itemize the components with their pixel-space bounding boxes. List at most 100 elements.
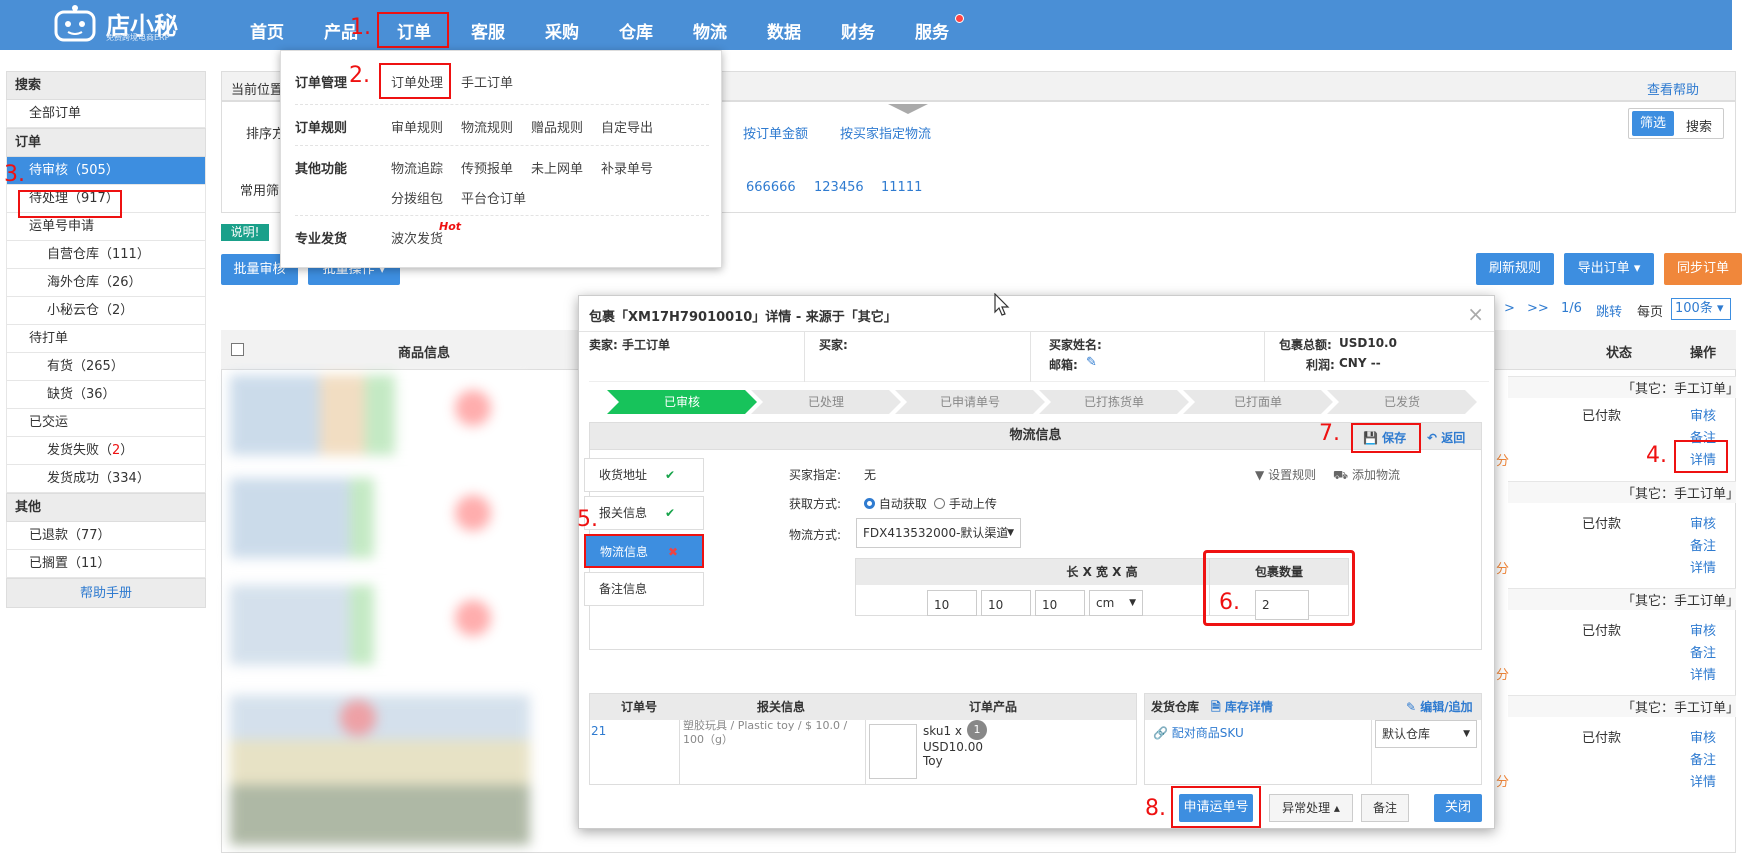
logo-robot-icon[interactable] bbox=[50, 4, 100, 44]
product-name: Toy bbox=[923, 754, 943, 768]
dd-distribution-pack[interactable]: 分拨组包 bbox=[391, 188, 443, 207]
nav-purchase[interactable]: 采购 bbox=[545, 18, 579, 43]
row-3-review[interactable]: 审核 bbox=[1690, 620, 1716, 639]
nav-service[interactable]: 客服 bbox=[471, 18, 505, 43]
filter-tag-666666[interactable]: 666666 bbox=[746, 180, 796, 195]
row-2-detail[interactable]: 详情 bbox=[1690, 557, 1716, 576]
buyer-info: 买家: bbox=[819, 338, 848, 352]
annotation-box-pending bbox=[18, 190, 122, 218]
per-page-select[interactable]: 100条 ▾ bbox=[1671, 298, 1731, 320]
stock-detail-link[interactable]: 🗎 库存详情 bbox=[1211, 698, 1273, 719]
width-input[interactable]: 10 bbox=[981, 590, 1031, 616]
nav-finance[interactable]: 财务 bbox=[841, 18, 875, 43]
pager-last[interactable]: >> bbox=[1527, 301, 1549, 316]
dd-pre-report[interactable]: 传预报单 bbox=[461, 158, 513, 177]
sidebar-section-search: 搜索 bbox=[6, 71, 206, 100]
tab-customs-info[interactable]: 报关信息 ✔ bbox=[584, 496, 704, 530]
select-all-checkbox[interactable] bbox=[231, 343, 244, 356]
filter-tag-123456[interactable]: 123456 bbox=[814, 180, 864, 195]
filter-tag-11111[interactable]: 11111 bbox=[881, 180, 922, 195]
nav-logistics[interactable]: 物流 bbox=[693, 18, 727, 43]
filter-button[interactable]: 筛选 bbox=[1632, 111, 1674, 136]
view-help-link[interactable]: 查看帮助 bbox=[1647, 79, 1699, 98]
help-manual-link[interactable]: 帮助手册 bbox=[6, 578, 206, 608]
nav-data[interactable]: 数据 bbox=[767, 18, 801, 43]
sidebar-item-pending-review[interactable]: 待审核（505） bbox=[6, 157, 206, 185]
length-input[interactable]: 10 bbox=[927, 590, 977, 616]
nav-warehouse[interactable]: 仓库 bbox=[619, 18, 653, 43]
dd-logistics-rules[interactable]: 物流规则 bbox=[461, 117, 513, 136]
row-1-review[interactable]: 审核 bbox=[1690, 405, 1716, 424]
nav-home[interactable]: 首页 bbox=[250, 18, 284, 43]
pager-next[interactable]: > bbox=[1504, 301, 1515, 316]
remark-button[interactable]: 备注 bbox=[1361, 794, 1409, 822]
dd-batch-ship[interactable]: 波次发货 bbox=[391, 228, 443, 247]
sidebar-item-shelved[interactable]: 已搁置（11） bbox=[6, 550, 206, 578]
sync-orders-button[interactable]: 同步订单 bbox=[1664, 253, 1742, 285]
dd-not-online[interactable]: 未上网单 bbox=[531, 158, 583, 177]
tab-shipping-address[interactable]: 收货地址 ✔ bbox=[584, 458, 704, 492]
step-tracking-applied: 已申请单号 bbox=[895, 390, 1045, 414]
row-4-detail[interactable]: 详情 bbox=[1690, 771, 1716, 790]
ship-fail-close: ） bbox=[120, 443, 134, 458]
row-3-remark[interactable]: 备注 bbox=[1690, 642, 1716, 661]
dd-order-process[interactable]: 订单处理 bbox=[391, 72, 443, 91]
dd-supplement-number[interactable]: 补录单号 bbox=[601, 158, 653, 177]
row-4-review[interactable]: 审核 bbox=[1690, 727, 1716, 746]
row-2-review[interactable]: 审核 bbox=[1690, 513, 1716, 532]
dd-review-rules[interactable]: 审单规则 bbox=[391, 117, 443, 136]
match-sku-link[interactable]: 🔗 配对商品SKU bbox=[1153, 724, 1244, 741]
order-no-link[interactable]: 21 bbox=[591, 724, 606, 738]
sort-by-buyer-logistics[interactable]: 按买家指定物流 bbox=[840, 123, 931, 142]
row-2-remark[interactable]: 备注 bbox=[1690, 535, 1716, 554]
sidebar-item-refunded[interactable]: 已退款（77） bbox=[6, 522, 206, 550]
row-3-detail[interactable]: 详情 bbox=[1690, 664, 1716, 683]
refresh-rules-button[interactable]: 刷新规则 bbox=[1476, 253, 1554, 285]
tab-remark-info[interactable]: 备注信息 bbox=[584, 572, 704, 606]
sidebar-item-own-warehouse[interactable]: 自营仓库（111） bbox=[6, 241, 206, 269]
edit-add-link[interactable]: ✎ 编辑/追加 bbox=[1406, 698, 1473, 715]
dd-gift-rules[interactable]: 赠品规则 bbox=[531, 117, 583, 136]
sort-by-amount[interactable]: 按订单金额 bbox=[743, 123, 808, 142]
unit-select[interactable]: cm ▼ bbox=[1089, 590, 1143, 616]
sidebar-item-cloud-warehouse[interactable]: 小秘云仓（2） bbox=[6, 297, 206, 325]
modal-close-icon[interactable]: × bbox=[1467, 302, 1484, 326]
sidebar-item-in-stock[interactable]: 有货（265） bbox=[6, 353, 206, 381]
dd-custom-export[interactable]: 自定导出 bbox=[601, 117, 653, 136]
sidebar-item-all-orders[interactable]: 全部订单 bbox=[6, 100, 206, 128]
apply-tracking-button[interactable]: 申请运单号 bbox=[1179, 794, 1253, 822]
set-rules-link[interactable]: ▼ 设置规则 bbox=[1255, 466, 1316, 483]
sidebar-item-out-of-stock[interactable]: 缺货（36） bbox=[6, 381, 206, 409]
sidebar-item-ship-success[interactable]: 发货成功（334） bbox=[6, 465, 206, 493]
per-page-value: 100条 bbox=[1675, 301, 1713, 316]
sidebar-item-overseas-warehouse[interactable]: 海外仓库（26） bbox=[6, 269, 206, 297]
buyer-name-label: 买家姓名: bbox=[1049, 338, 1102, 352]
auto-get-radio[interactable]: 自动获取 bbox=[864, 495, 927, 512]
order-items-header bbox=[590, 694, 1136, 720]
dd-platform-warehouse-order[interactable]: 平台仓订单 bbox=[461, 188, 526, 207]
export-orders-button[interactable]: 导出订单 ▾ bbox=[1564, 253, 1654, 285]
dd-manual-order[interactable]: 手工订单 bbox=[461, 72, 513, 91]
sidebar-item-to-print[interactable]: 待打单 bbox=[6, 325, 206, 353]
manual-upload-radio[interactable]: 手动上传 bbox=[934, 495, 997, 512]
nav-services[interactable]: 服务 bbox=[915, 18, 949, 43]
exception-button[interactable]: 异常处理 ▴ bbox=[1269, 794, 1353, 822]
row-4-remark[interactable]: 备注 bbox=[1690, 749, 1716, 768]
col-divider bbox=[865, 720, 866, 785]
dd-logistics-tracking[interactable]: 物流追踪 bbox=[391, 158, 443, 177]
default-warehouse-select[interactable]: 默认仓库 ▼ bbox=[1375, 720, 1477, 748]
add-logistics-link[interactable]: ⛟ 添加物流 bbox=[1333, 466, 1400, 484]
close-modal-button[interactable]: 关闭 bbox=[1434, 794, 1482, 822]
sidebar-item-ship-failed[interactable]: 发货失败（2） bbox=[6, 437, 206, 465]
tab-logistics-info[interactable]: 物流信息 ✖ bbox=[584, 534, 704, 568]
logistics-method-select[interactable]: FDX413532000-默认渠道 ▼ bbox=[856, 518, 1021, 548]
edit-email-icon[interactable]: ✎ bbox=[1086, 355, 1097, 370]
error-x-icon: ✖ bbox=[668, 545, 679, 559]
save-button[interactable]: 💾 保存 bbox=[1363, 429, 1406, 446]
pager-jump[interactable]: 跳转 bbox=[1596, 301, 1622, 320]
back-button[interactable]: ↶ 返回 bbox=[1427, 429, 1465, 446]
row-3-source: 「其它：手工订单」 bbox=[1622, 594, 1740, 609]
height-input[interactable]: 10 bbox=[1035, 590, 1085, 616]
sidebar-item-shipped[interactable]: 已交运 bbox=[6, 409, 206, 437]
search-toggle-button[interactable]: 搜索 bbox=[1686, 116, 1712, 135]
